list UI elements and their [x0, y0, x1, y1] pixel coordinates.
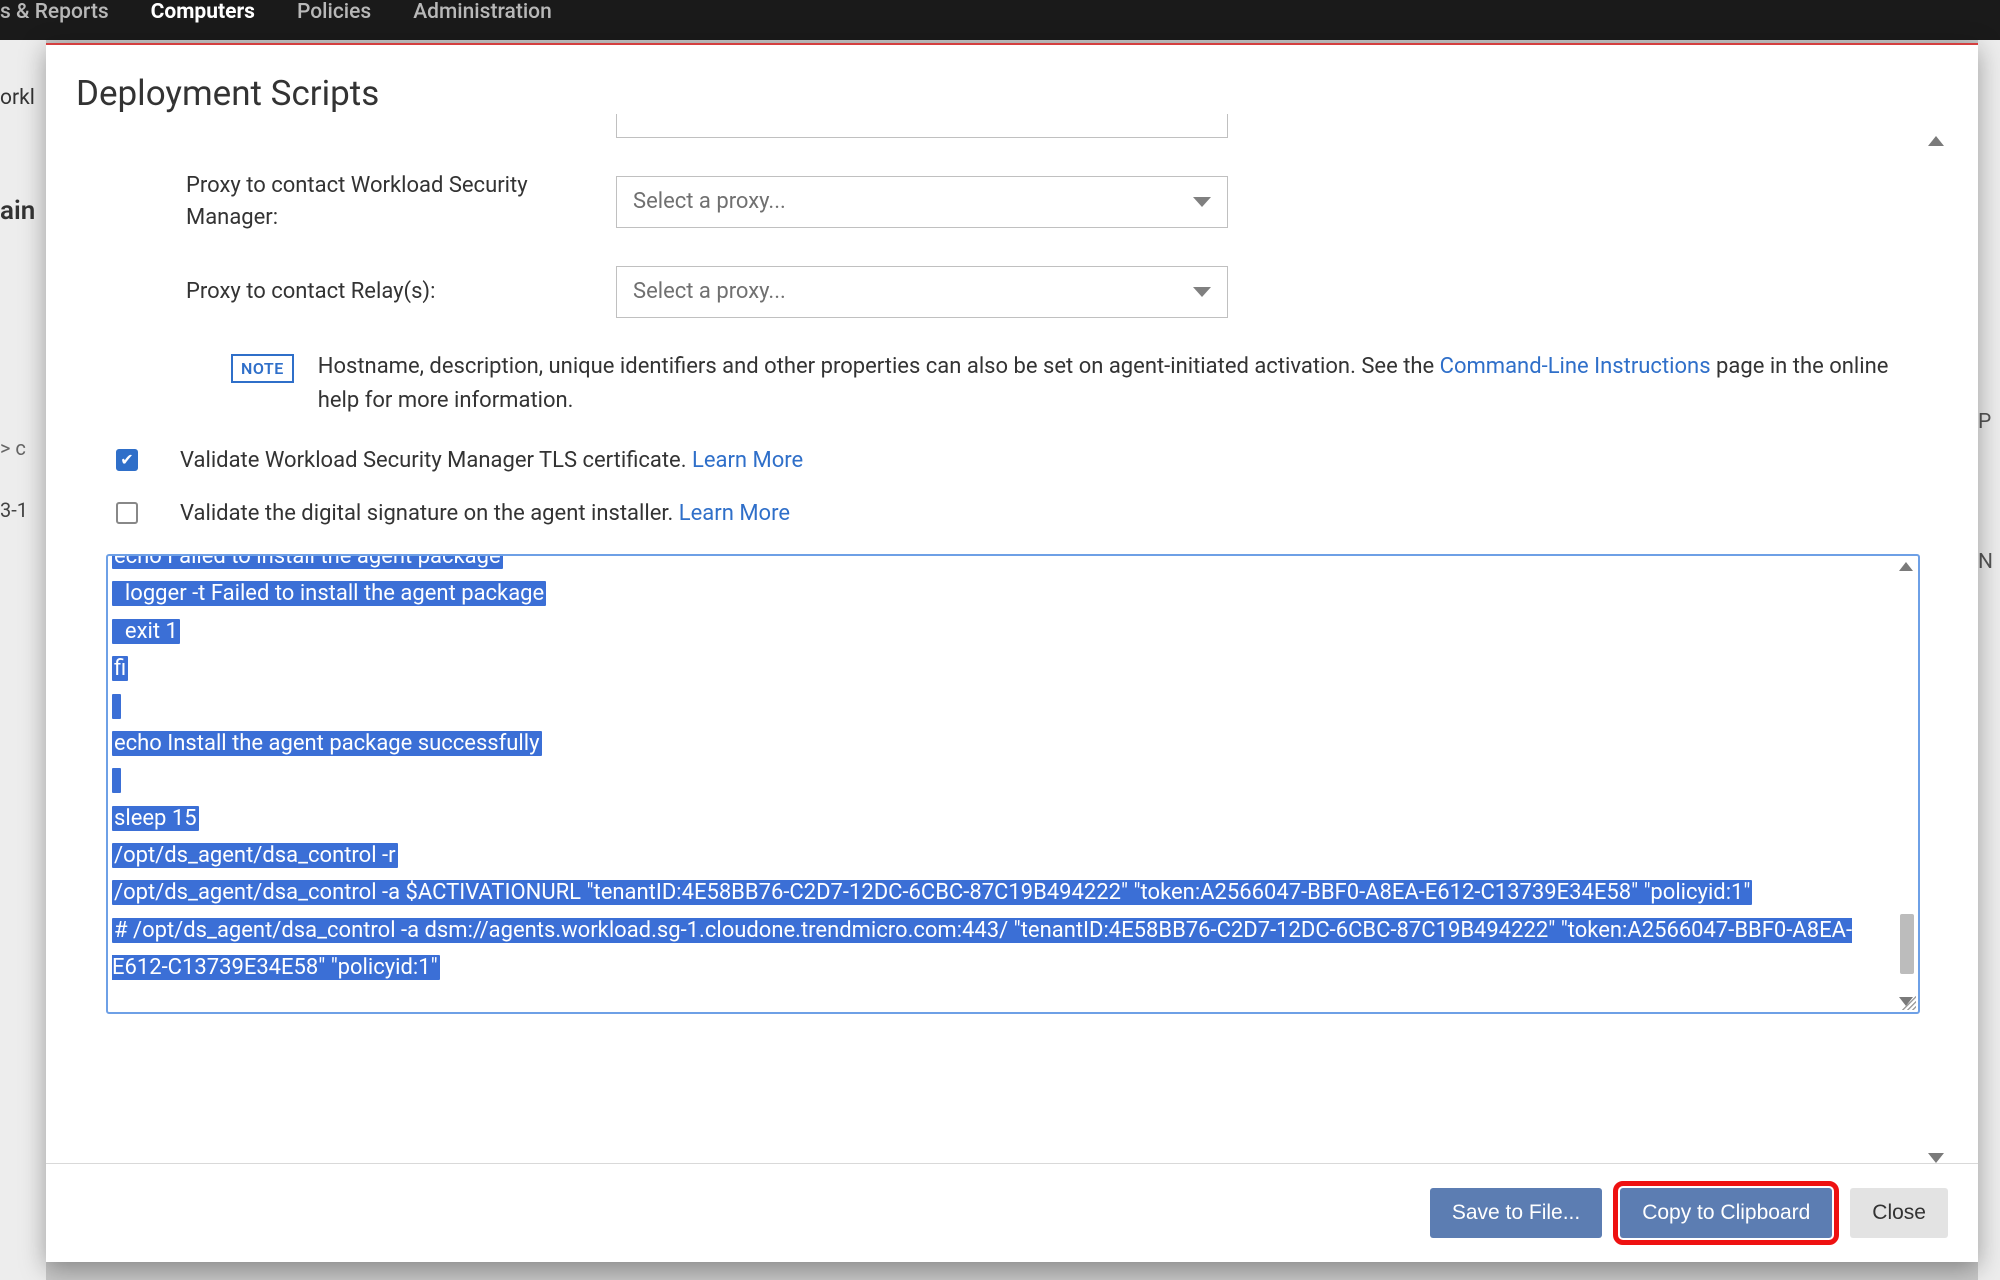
validate-tls-row: Validate Workload Security Manager TLS c… — [76, 448, 1920, 473]
proxy-manager-label: Proxy to contact Workload Security Manag… — [186, 170, 616, 234]
scroll-thumb[interactable] — [1900, 914, 1914, 974]
proxy-manager-placeholder: Select a proxy... — [633, 189, 786, 214]
note-row: NOTE Hostname, description, unique ident… — [76, 350, 1920, 418]
nav-item-policies[interactable]: Policies — [297, 0, 371, 24]
modal-footer: Save to File... Copy to Clipboard Close — [46, 1163, 1978, 1262]
top-nav: s & Reports Computers Policies Administr… — [0, 0, 2000, 40]
modal-scrollbar[interactable] — [1924, 136, 1948, 1163]
relay-group-row: Relay Group: Primary Tenant Relay Group — [76, 114, 1920, 138]
relay-group-select[interactable]: Primary Tenant Relay Group — [616, 114, 1228, 138]
relay-group-label: Relay Group: — [186, 119, 616, 129]
deployment-scripts-modal: Deployment Scripts Relay Group: Primary … — [46, 43, 1978, 1262]
validate-digsig-row: Validate the digital signature on the ag… — [76, 501, 1920, 526]
chevron-down-icon — [1193, 197, 1211, 207]
chevron-down-icon — [1193, 287, 1211, 297]
script-content[interactable]: echo Failed to install the agent package… — [108, 554, 1894, 1012]
proxy-relay-row: Proxy to contact Relay(s): Select a prox… — [76, 266, 1920, 318]
proxy-relay-select[interactable]: Select a proxy... — [616, 266, 1228, 318]
modal-body: Relay Group: Primary Tenant Relay Group … — [46, 114, 1978, 1163]
note-text-before: Hostname, description, unique identifier… — [318, 354, 1440, 379]
validate-digsig-label: Validate the digital signature on the ag… — [180, 501, 679, 526]
nav-item-reports[interactable]: s & Reports — [0, 0, 109, 24]
note-badge: NOTE — [231, 354, 294, 383]
scroll-down-icon[interactable] — [1928, 1153, 1944, 1163]
proxy-relay-placeholder: Select a proxy... — [633, 279, 786, 304]
proxy-manager-select[interactable]: Select a proxy... — [616, 176, 1228, 228]
copy-to-clipboard-button[interactable]: Copy to Clipboard — [1620, 1188, 1832, 1238]
background-left-strip: orkl ain > c 3-1 — [0, 40, 46, 1280]
textarea-scrollbar[interactable] — [1894, 556, 1918, 1012]
modal-title: Deployment Scripts — [76, 73, 1948, 114]
bg-text: P — [1978, 410, 2000, 434]
proxy-manager-row: Proxy to contact Workload Security Manag… — [76, 170, 1920, 234]
proxy-relay-label: Proxy to contact Relay(s): — [186, 276, 616, 308]
background-right-strip: P N — [1978, 40, 2000, 1280]
validate-digsig-learn-more[interactable]: Learn More — [679, 501, 790, 526]
nav-item-administration[interactable]: Administration — [413, 0, 552, 24]
resize-handle-icon[interactable] — [1898, 992, 1916, 1010]
save-to-file-button[interactable]: Save to File... — [1430, 1188, 1602, 1238]
bg-text: 3-1 — [0, 498, 46, 522]
validate-digsig-checkbox[interactable] — [116, 502, 138, 524]
script-textarea[interactable]: echo Failed to install the agent package… — [106, 554, 1920, 1014]
note-text: Hostname, description, unique identifier… — [318, 350, 1920, 418]
validate-tls-checkbox[interactable] — [116, 449, 138, 471]
modal-header: Deployment Scripts — [46, 45, 1978, 114]
bg-text: ain — [0, 196, 46, 226]
nav-item-computers[interactable]: Computers — [151, 0, 255, 24]
validate-tls-learn-more[interactable]: Learn More — [692, 448, 803, 473]
validate-tls-label: Validate Workload Security Manager TLS c… — [180, 448, 692, 473]
note-link[interactable]: Command-Line Instructions — [1440, 354, 1711, 379]
bg-text: > c — [0, 436, 46, 460]
relay-group-value: Primary Tenant Relay Group — [633, 114, 904, 136]
scroll-up-icon[interactable] — [1928, 136, 1944, 146]
bg-text: orkl — [0, 86, 46, 110]
close-button[interactable]: Close — [1850, 1188, 1948, 1238]
scroll-up-icon[interactable] — [1899, 562, 1913, 571]
bg-text: N — [1978, 550, 2000, 574]
